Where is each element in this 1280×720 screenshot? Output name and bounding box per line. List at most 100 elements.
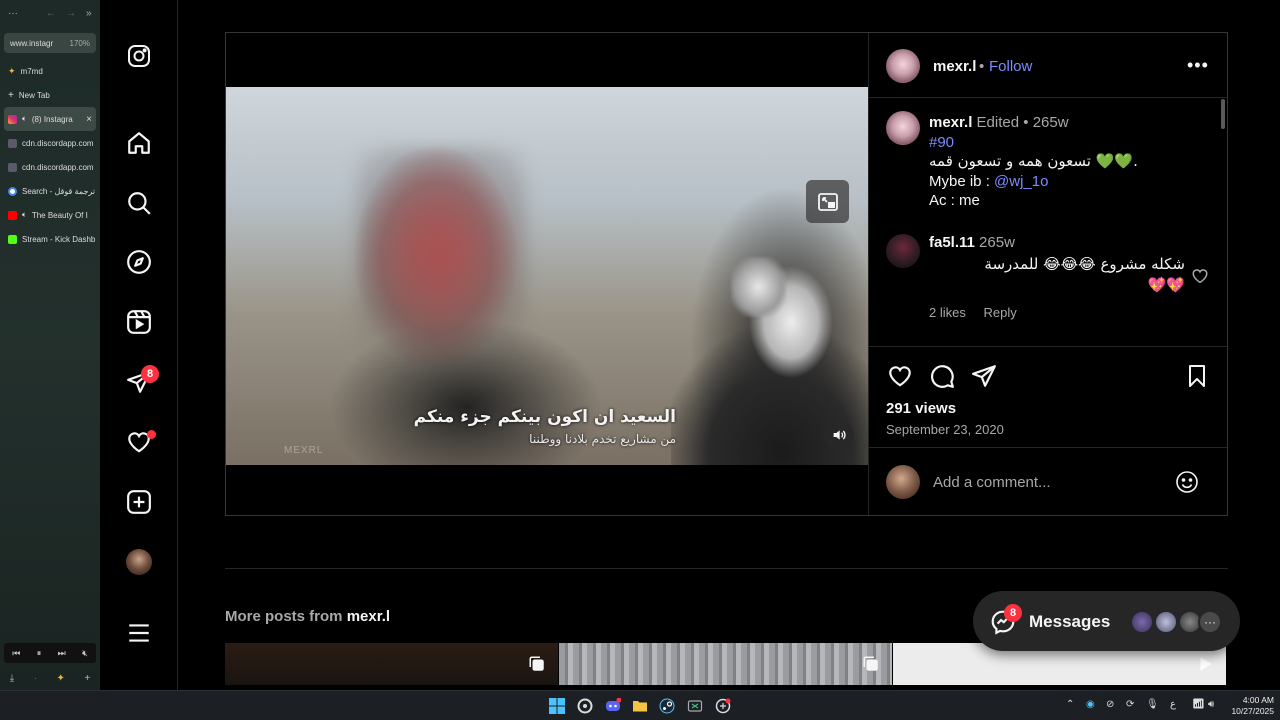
tab-kick[interactable]: Stream - Kick Dashb xyxy=(0,227,100,251)
sparkle-icon[interactable]: ✦ xyxy=(57,673,65,684)
download-icon[interactable]: ⤓ xyxy=(10,673,14,684)
separator-dot: • xyxy=(979,58,985,75)
next-track-icon[interactable]: ⏭ xyxy=(58,648,66,659)
taskbar-clock[interactable]: 4:00 AM 10/27/2025 xyxy=(1222,695,1274,717)
tray-microphone-icon[interactable]: 🎙︎ xyxy=(1146,699,1159,710)
close-tab-icon[interactable]: × xyxy=(86,114,92,125)
discord-icon xyxy=(8,162,17,172)
steam-app-icon[interactable] xyxy=(658,697,676,715)
home-icon[interactable] xyxy=(124,128,154,158)
tab-youtube[interactable]: 🔈︎ The Beauty Of I xyxy=(0,203,100,227)
address-bar[interactable]: www.instagr 170% xyxy=(4,33,96,53)
clock-time: 4:00 AM xyxy=(1242,695,1274,705)
tab-instagram[interactable]: 🔈︎ (8) Instagra × xyxy=(4,107,96,131)
new-tab-icon[interactable]: + xyxy=(84,673,90,684)
youtube-icon xyxy=(8,210,17,220)
like-heart-icon[interactable] xyxy=(886,362,914,390)
comments-list[interactable]: mexr.l Edited • 265w #90 تسعون همه و تسع… xyxy=(869,99,1227,347)
view-count[interactable]: 291 views xyxy=(886,400,956,417)
speaker-icon: 🔈︎ xyxy=(22,210,27,219)
tab-discord-cdn-2[interactable]: cdn.discordapp.com xyxy=(0,155,100,179)
tab-new-tab[interactable]: + New Tab xyxy=(0,83,100,107)
carousel-icon xyxy=(528,655,546,678)
pause-icon[interactable]: ⏸ xyxy=(37,648,42,659)
explore-icon[interactable] xyxy=(124,247,154,277)
comment-username[interactable]: fa5l.11 xyxy=(929,234,975,251)
follow-button[interactable]: Follow xyxy=(989,58,1032,75)
caption-age: 265w xyxy=(1032,114,1069,131)
tab-label: cdn.discordapp.com xyxy=(22,162,94,172)
profile-avatar[interactable] xyxy=(126,549,152,575)
save-bookmark-icon[interactable] xyxy=(1183,362,1211,390)
expand-sidebar-icon[interactable]: » xyxy=(86,8,92,19)
tab-label: The Beauty Of I xyxy=(31,210,88,220)
tray-eye-off-icon[interactable]: ⊘ xyxy=(1106,699,1114,710)
mute-button[interactable] xyxy=(824,420,854,450)
emoji-icon[interactable] xyxy=(1175,470,1199,499)
discord-app-icon[interactable] xyxy=(604,697,622,715)
share-icon[interactable] xyxy=(970,362,998,390)
comment-like-heart-icon[interactable] xyxy=(1191,267,1209,290)
kick-icon xyxy=(8,234,17,244)
picture-in-picture-button[interactable] xyxy=(806,180,849,223)
comment-bubble-icon[interactable] xyxy=(928,362,956,390)
caption-username[interactable]: mexr.l xyxy=(929,114,972,131)
comment-likes[interactable]: 2 likes xyxy=(929,305,966,320)
windows-start-icon[interactable] xyxy=(548,697,566,715)
messages-floating-button[interactable]: 8 Messages ··· xyxy=(973,591,1240,651)
browser-menu-icon[interactable]: ··· xyxy=(8,8,18,19)
more-posts-username[interactable]: mexr.l xyxy=(347,608,390,625)
instagram-nav xyxy=(100,0,178,690)
xbox-app-icon[interactable] xyxy=(686,697,704,715)
mention-link[interactable]: @wj_1o xyxy=(994,173,1048,190)
comment-text-line-1: شكله مشروع 😂😂😂 للمدرسة xyxy=(984,255,1185,273)
commenter-avatar[interactable] xyxy=(886,234,920,268)
tray-app-icon[interactable]: ◉ xyxy=(1086,699,1095,710)
file-explorer-icon[interactable] xyxy=(631,697,649,715)
wifi-icon[interactable]: 📶︎ xyxy=(1192,699,1205,710)
reply-button[interactable]: Reply xyxy=(983,305,1016,320)
video-player[interactable]: السعيد ان اكون بينكم جزء منكم من مشاريع … xyxy=(226,87,868,465)
comments-scrollbar[interactable] xyxy=(1221,99,1225,129)
more-options-icon[interactable]: ••• xyxy=(1187,55,1209,76)
zoom-level[interactable]: 170% xyxy=(70,39,90,48)
post-thumbnail[interactable] xyxy=(559,643,892,685)
tray-overflow-chevron-icon[interactable]: ⌃ xyxy=(1066,699,1074,710)
hashtag-link[interactable]: #90 xyxy=(929,133,1209,153)
volume-icon[interactable]: 🔊︎ xyxy=(1208,699,1214,710)
owner-avatar[interactable] xyxy=(886,49,920,83)
picture-in-picture-icon xyxy=(817,192,838,211)
reels-icon[interactable] xyxy=(124,307,154,337)
post-media[interactable]: السعيد ان اكون بينكم جزء منكم من مشاريع … xyxy=(226,33,869,515)
more-menu-icon[interactable] xyxy=(124,618,154,648)
reel-play-icon xyxy=(1196,655,1214,678)
game-launcher-icon[interactable] xyxy=(714,697,732,715)
forward-arrow-icon[interactable]: → xyxy=(66,8,76,19)
browser-app-icon[interactable] xyxy=(576,697,594,715)
tab-m7md[interactable]: ✦ m7md xyxy=(0,59,100,83)
tab-discord-cdn-1[interactable]: cdn.discordapp.com xyxy=(0,131,100,155)
post-dialog: السعيد ان اكون بينكم جزء منكم من مشاريع … xyxy=(225,32,1228,516)
post-thumbnail[interactable] xyxy=(225,643,558,685)
back-arrow-icon[interactable]: ← xyxy=(46,8,56,19)
owner-username[interactable]: mexr.l xyxy=(933,58,976,75)
tab-label: m7md xyxy=(20,66,43,76)
instagram-logo-icon[interactable] xyxy=(124,41,154,71)
previous-track-icon[interactable]: ⏮ xyxy=(12,648,20,659)
caption-avatar[interactable] xyxy=(886,111,920,145)
caption-line-credit: Ac : me xyxy=(929,192,980,209)
video-blurred-figure xyxy=(356,147,526,347)
search-icon[interactable] xyxy=(124,188,154,218)
tab-label: Search - ترجمة قوقل xyxy=(22,186,96,196)
video-waving-hand xyxy=(731,257,786,317)
create-post-icon[interactable] xyxy=(124,487,154,517)
tab-google-translate[interactable]: Search - ترجمة قوقل xyxy=(0,179,100,203)
mute-media-icon[interactable]: 🔇︎ xyxy=(82,648,88,659)
add-comment-bar xyxy=(869,449,1227,515)
tray-sync-icon[interactable]: ⟳ xyxy=(1126,699,1134,710)
keyboard-language[interactable]: ع xyxy=(1170,699,1176,710)
carousel-icon xyxy=(862,655,880,678)
browser-nav-row: ··· ← → » xyxy=(0,0,100,27)
more-posts-heading: More posts from mexr.l xyxy=(225,608,390,625)
comment-input[interactable] xyxy=(933,474,1163,491)
